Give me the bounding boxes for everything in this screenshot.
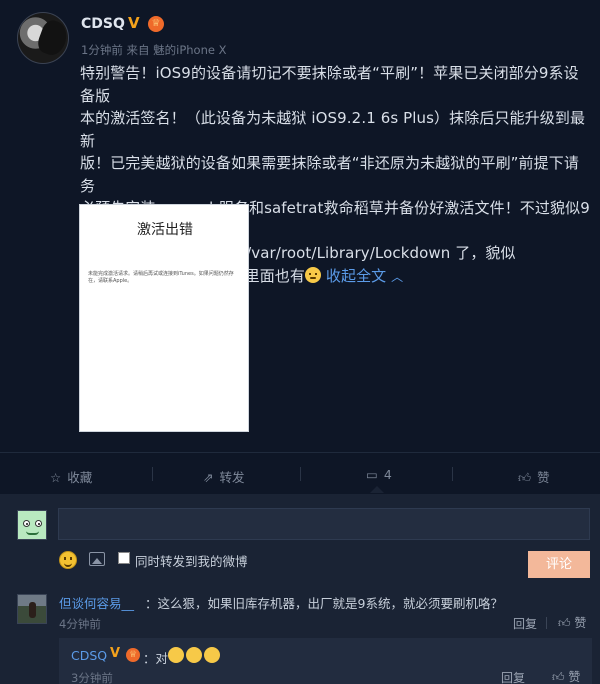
content-line: 本的激活签名！（此设备为未越狱 iOS9.2.1 6s Plus）抹除后只能升级…	[80, 109, 586, 150]
comment-like-label: 赞	[574, 616, 587, 630]
comment-reply-button[interactable]: 回复	[513, 615, 537, 632]
weibo-post: CDSQ V ♕ 1分钟前 来自 魅的iPhone X 特别警告！iOS9的设备…	[0, 0, 600, 452]
action-divider	[452, 467, 453, 481]
collapse-link[interactable]: 收起全文	[326, 267, 386, 285]
comment-action-divider	[546, 617, 547, 629]
favorite-button[interactable]: ☆ 收藏	[50, 467, 92, 486]
awkward-face-icon	[305, 266, 321, 283]
post-source[interactable]: 魅的iPhone X	[153, 43, 226, 57]
post-time[interactable]: 1分钟前	[81, 43, 123, 57]
thumbs-up-icon: 👍︎	[518, 470, 532, 485]
thumbs-up-icon: 👍︎	[552, 670, 565, 684]
forward-label: 转发	[219, 470, 245, 485]
forward-checkbox-label[interactable]: 同时转发到我的微博	[135, 551, 248, 570]
author-avatar[interactable]	[17, 12, 69, 64]
forward-button[interactable]: ⇗ 转发	[203, 467, 245, 486]
avatar-eye	[35, 520, 42, 527]
verified-icon: V	[128, 14, 140, 32]
forward-checkbox[interactable]	[118, 552, 130, 564]
favorite-label: 收藏	[67, 470, 93, 485]
post-source-prefix: 来自	[126, 43, 150, 57]
content-line: 特别警告！iOS9的设备请切记不要抹除或者“平刷”！苹果已关闭部分9系设备版	[80, 64, 579, 105]
comment-button[interactable]: ▭ 4	[366, 467, 392, 482]
reply-reply-button[interactable]: 回复	[501, 669, 525, 684]
thumbs-up-icon: 👍︎	[558, 616, 571, 630]
vip-icon: ♕	[126, 648, 140, 662]
post-action-bar: ☆ 收藏 ⇗ 转发 ▭ 4 👍︎ 赞	[0, 452, 600, 494]
image-title: 激活出错	[137, 222, 193, 238]
comment-count: 4	[383, 467, 392, 482]
comment-icon: ▭	[366, 467, 378, 482]
vip-icon: ♕	[148, 16, 164, 32]
forward-icon: ⇗	[203, 470, 214, 485]
comment-pointer	[370, 486, 384, 493]
comment-time: 4分钟前	[59, 617, 101, 631]
emoji-icon	[168, 647, 184, 663]
comment-input[interactable]	[58, 508, 590, 540]
smile-icon[interactable]	[59, 551, 77, 569]
action-divider	[152, 467, 153, 481]
content-line: 版！已完美越狱的设备如果需要抹除或者“非还原为未越狱的平刷”前提下请务	[80, 154, 579, 195]
emoji-icon	[186, 647, 202, 663]
like-label: 赞	[537, 470, 550, 485]
action-divider	[300, 467, 301, 481]
reply-like-button[interactable]: 👍︎ 赞	[552, 668, 580, 684]
comment-like-button[interactable]: 👍︎ 赞	[558, 614, 586, 631]
reply-time: 3分钟前	[71, 671, 113, 684]
image-body: 未能完成激活请求。请稍后再试或连接到iTunes。如果问题仍然存在，请联系App…	[88, 271, 234, 284]
star-icon: ☆	[50, 470, 62, 485]
reply-user[interactable]: CDSQ	[71, 648, 107, 663]
reply-text: ：对	[143, 651, 169, 666]
commenter-name[interactable]: 但谈何容易__	[59, 593, 134, 612]
author-name[interactable]: CDSQ	[81, 16, 125, 32]
reply-like-label: 赞	[568, 670, 581, 684]
like-button[interactable]: 👍︎ 赞	[518, 467, 550, 486]
my-avatar[interactable]	[17, 510, 47, 540]
avatar-eye	[23, 520, 30, 527]
picture-icon[interactable]	[89, 552, 105, 566]
verified-icon: V	[110, 646, 121, 661]
comment-text: ：这么狠，如果旧库存机器，出厂就是9系统，就必须要刷机咯？	[145, 596, 503, 611]
avatar-mouth	[26, 531, 39, 535]
chevron-up-icon[interactable]: ︿	[391, 270, 403, 284]
post-image[interactable]: 激活出错 未能完成激活请求。请稍后再试或连接到iTunes。如果问题仍然存在，请…	[79, 204, 249, 432]
post-meta: 1分钟前 来自 魅的iPhone X	[81, 42, 227, 58]
commenter-avatar[interactable]	[17, 594, 47, 624]
submit-comment-button[interactable]: 评论	[528, 551, 590, 578]
emoji-icon	[204, 647, 220, 663]
